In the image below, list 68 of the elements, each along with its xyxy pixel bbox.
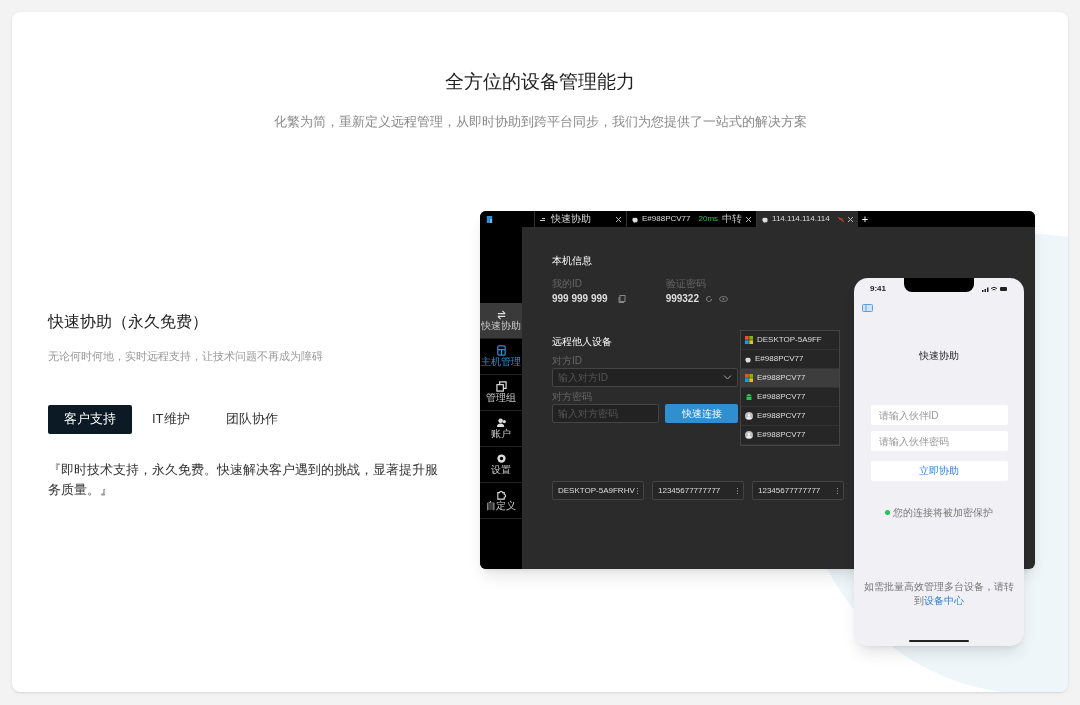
my-id-value: 999 999 999 (552, 292, 608, 306)
feature-quote: 『即时技术支持，永久免费。快速解决客户遇到的挑战，显著提升服务质量。』 (48, 460, 439, 499)
puzzle-icon (495, 489, 507, 500)
device-center-link[interactable]: 设备中心 (924, 595, 964, 606)
quick-connect-button[interactable]: 快速连接 (665, 404, 738, 423)
encryption-note: 您的连接将被加密保护 (893, 506, 993, 520)
recent-device-card[interactable]: DESKTOP-5A9FRHV (552, 481, 644, 500)
user-avatar-icon (745, 412, 753, 420)
tab-label: E#988PCV77 (642, 215, 691, 223)
close-icon[interactable] (746, 216, 752, 222)
section-subtitle: 化繁为简，重新定义远程管理，从即时协助到跨平台同步，我们为您提供了一站式的解决方案 (272, 113, 808, 131)
windows-icon (745, 374, 753, 382)
users-icon (495, 417, 507, 428)
status-time: 9:41 (870, 283, 886, 295)
device-name: 12345677777777 (658, 484, 721, 497)
phone-notch (904, 278, 974, 292)
remote-section-title: 远程他人设备 (552, 335, 612, 349)
swap-arrows-icon (495, 309, 507, 320)
local-info-title: 本机信息 (552, 254, 592, 268)
android-icon (745, 393, 753, 401)
feature-tab[interactable]: 团队协作 (209, 404, 294, 434)
device-name: 12345677777777 (758, 484, 821, 497)
gear-icon (495, 453, 507, 464)
feature-tab[interactable]: 客户支持 (48, 404, 132, 434)
footer-note: 如需批量高效管理多台设备，请转到设备中心 (864, 580, 1014, 608)
sidebar-toggle-icon[interactable] (862, 304, 873, 312)
recent-device-card[interactable]: 12345677777777 (752, 481, 844, 500)
close-icon[interactable] (847, 216, 853, 222)
partner-id-field[interactable]: 请输入伙伴ID (870, 405, 1008, 425)
sidebar-item[interactable]: 设置 (480, 447, 522, 483)
tab-label: 快速协助 (551, 214, 591, 224)
assist-now-button[interactable]: 立即协助 (870, 461, 1008, 481)
close-icon[interactable] (616, 216, 621, 222)
sidebar-item[interactable]: 快速协助 (480, 303, 522, 339)
latency-label: 20ms (698, 215, 719, 223)
eye-icon[interactable] (719, 295, 728, 302)
device-list-item[interactable]: DESKTOP-5A9FF (741, 331, 839, 350)
password-value: 999322 (665, 292, 699, 306)
feature-title: 快速协助（永久免费） (48, 312, 209, 332)
chevron-down-icon (723, 375, 732, 380)
partner-password-field[interactable]: 请输入伙伴密码 (870, 431, 1008, 451)
stacked-squares-icon (495, 381, 507, 392)
device-list-item[interactable]: E#988PCV77 (741, 407, 839, 426)
user-avatar-icon (745, 431, 753, 439)
phone-title: 快速协助 (919, 349, 959, 363)
sidebar-item[interactable]: 管理组 (480, 375, 522, 411)
host-list-icon (495, 345, 507, 356)
device-list-item[interactable]: E#988PCV77 (741, 426, 839, 445)
relay-label: 中转 (722, 214, 743, 224)
windows-icon (745, 336, 753, 344)
device-name: DESKTOP-5A9FRHV (558, 484, 635, 497)
copy-icon[interactable] (617, 294, 626, 303)
feature-tab[interactable]: IT维护 (136, 404, 206, 434)
device-list-item[interactable]: E#988PCV77 (741, 369, 839, 388)
refresh-icon[interactable] (705, 294, 713, 303)
status-icons (982, 286, 1008, 292)
device-list-item[interactable]: E#988PCV77 (741, 388, 839, 407)
tab-label: 114.114.114.114 (772, 215, 830, 223)
app-tab[interactable]: 114.114.114.114 (756, 211, 858, 227)
sidebar-item[interactable]: 主机管理 (480, 339, 522, 375)
sidebar-item[interactable]: 账户 (480, 411, 522, 447)
home-indicator (909, 640, 969, 642)
section-title: 全方位的设备管理能力 (444, 70, 636, 94)
sidebar-item[interactable]: 自定义 (480, 483, 522, 519)
app-logo-icon (485, 214, 494, 224)
recent-device-card[interactable]: 12345677777777 (652, 481, 744, 500)
add-tab-button[interactable]: + (857, 213, 873, 225)
feature-description: 无论何时何地，实时远程支持，让技术问题不再成为障碍 (48, 349, 324, 364)
